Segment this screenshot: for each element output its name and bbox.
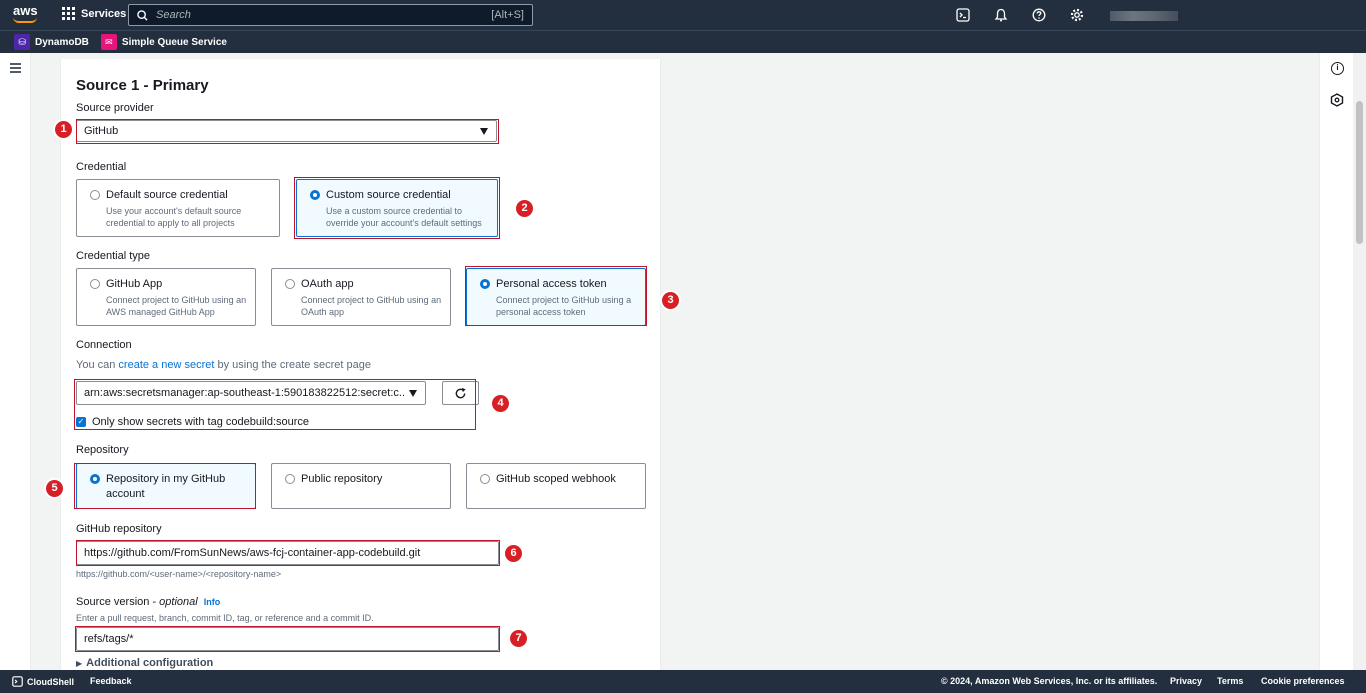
search-icon (137, 9, 148, 21)
feedback-link[interactable]: Feedback (90, 676, 132, 686)
label-text: Source version (76, 596, 150, 608)
option-title: Default source credential (106, 189, 228, 201)
cloudshell-icon (12, 676, 23, 687)
info-link[interactable]: Info (204, 597, 221, 607)
copyright-text: © 2024, Amazon Web Services, Inc. or its… (941, 676, 1158, 686)
radio-button[interactable] (90, 190, 100, 200)
create-secret-link[interactable]: create a new secret (118, 359, 214, 371)
source-provider-label: Source provider (76, 102, 154, 114)
step-badge-3: 3 (662, 292, 679, 309)
option-description: Connect project to GitHub using an AWS m… (106, 295, 247, 317)
source-version-hint: Enter a pull request, branch, commit ID,… (76, 613, 374, 623)
highlight-box-5 (74, 463, 256, 509)
search-shortcut: [Alt+S] (491, 9, 524, 21)
default-credential-option[interactable]: Default source credential Use your accou… (76, 179, 280, 237)
radio-button[interactable] (285, 474, 295, 484)
scrollbar-thumb[interactable] (1356, 101, 1363, 244)
repository-label: Repository (76, 444, 129, 456)
highlight-box-6 (76, 540, 500, 566)
help-icon[interactable] (1032, 8, 1046, 22)
option-description: Connect project to GitHub using an OAuth… (301, 295, 442, 317)
terms-link[interactable]: Terms (1217, 676, 1243, 686)
option-title: GitHub scoped webhook (496, 473, 616, 485)
credential-type-label: Credential type (76, 250, 150, 262)
cloudshell-icon[interactable] (956, 8, 970, 22)
aws-logo-text: aws (13, 3, 38, 18)
search-bar[interactable]: [Alt+S] (128, 4, 533, 26)
grid-icon (62, 7, 75, 20)
aws-logo[interactable]: aws (13, 3, 39, 25)
notifications-icon[interactable] (994, 8, 1008, 22)
aws-smile-icon (13, 17, 37, 23)
step-badge-5: 5 (46, 480, 63, 497)
favorites-bar: ⛁ DynamoDB ✉ Simple Queue Service (0, 30, 1366, 53)
info-panel-icon[interactable]: i (1331, 62, 1344, 75)
step-badge-1: 1 (55, 121, 72, 138)
highlight-box-2 (294, 177, 500, 239)
highlight-box-4 (74, 379, 476, 430)
github-repository-hint: https://github.com/<user-name>/<reposito… (76, 569, 282, 579)
services-label: Services (81, 7, 127, 20)
public-repository-option[interactable]: Public repository (271, 463, 451, 509)
cloudshell-button[interactable]: CloudShell (12, 676, 74, 687)
github-repository-label: GitHub repository (76, 523, 162, 535)
hint-text: You can (76, 359, 119, 371)
privacy-link[interactable]: Privacy (1170, 676, 1202, 686)
highlight-box-7 (75, 626, 500, 652)
additional-configuration-label: Additional configuration (86, 657, 214, 669)
hamburger-menu-icon[interactable] (10, 63, 21, 73)
right-rail: i (1319, 53, 1353, 670)
optional-text: - optional (149, 596, 198, 608)
radio-button[interactable] (90, 279, 100, 289)
option-title: Public repository (301, 473, 383, 485)
top-navigation: aws Services [Alt+S] (0, 0, 1366, 30)
favorite-sqs[interactable]: ✉ Simple Queue Service (100, 34, 227, 50)
account-menu[interactable] (1110, 11, 1178, 21)
github-scoped-webhook-option[interactable]: GitHub scoped webhook (466, 463, 646, 509)
radio-button[interactable] (480, 474, 490, 484)
source-panel: Source 1 - Primary Source provider GitHu… (46, 59, 679, 670)
hint-text: by using the create secret page (214, 359, 371, 371)
source-version-label: Source version - optional Info (76, 596, 220, 608)
step-badge-6: 6 (505, 545, 522, 562)
footer: CloudShell Feedback © 2024, Amazon Web S… (0, 670, 1366, 693)
credential-label: Credential (76, 161, 127, 173)
option-description: Use your account's default source creden… (106, 206, 242, 228)
step-badge-4: 4 (492, 395, 509, 412)
services-menu-button[interactable]: Services (62, 7, 126, 20)
search-input[interactable] (156, 9, 492, 21)
section-heading: Source 1 - Primary (76, 77, 209, 94)
github-app-option[interactable]: GitHub App Connect project to GitHub usi… (76, 268, 256, 326)
highlight-box-3 (465, 266, 647, 326)
favorite-label: DynamoDB (35, 36, 89, 48)
connection-label: Connection (76, 339, 132, 351)
option-title: GitHub App (106, 278, 163, 290)
cloudshell-label: CloudShell (27, 676, 74, 687)
cookie-preferences-link[interactable]: Cookie preferences (1261, 676, 1345, 686)
oauth-app-option[interactable]: OAuth app Connect project to GitHub usin… (271, 268, 451, 326)
dynamodb-icon: ⛁ (14, 34, 30, 50)
option-title: OAuth app (301, 278, 354, 290)
step-badge-7: 7 (510, 630, 527, 647)
page-scrollbar[interactable] (1353, 53, 1366, 670)
sqs-icon: ✉ (100, 34, 117, 50)
left-rail (0, 53, 31, 670)
connection-hint: You can create a new secret by using the… (76, 359, 371, 371)
additional-configuration-toggle[interactable]: ▶ Additional configuration (76, 657, 213, 669)
favorite-dynamodb[interactable]: ⛁ DynamoDB (14, 34, 89, 50)
caret-right-icon: ▶ (76, 659, 83, 668)
highlight-box-1 (76, 119, 499, 144)
favorite-label: Simple Queue Service (121, 36, 227, 48)
step-badge-2: 2 (516, 200, 533, 217)
settings-icon[interactable] (1070, 8, 1084, 22)
radio-button[interactable] (285, 279, 295, 289)
hexagon-icon[interactable] (1330, 93, 1344, 107)
